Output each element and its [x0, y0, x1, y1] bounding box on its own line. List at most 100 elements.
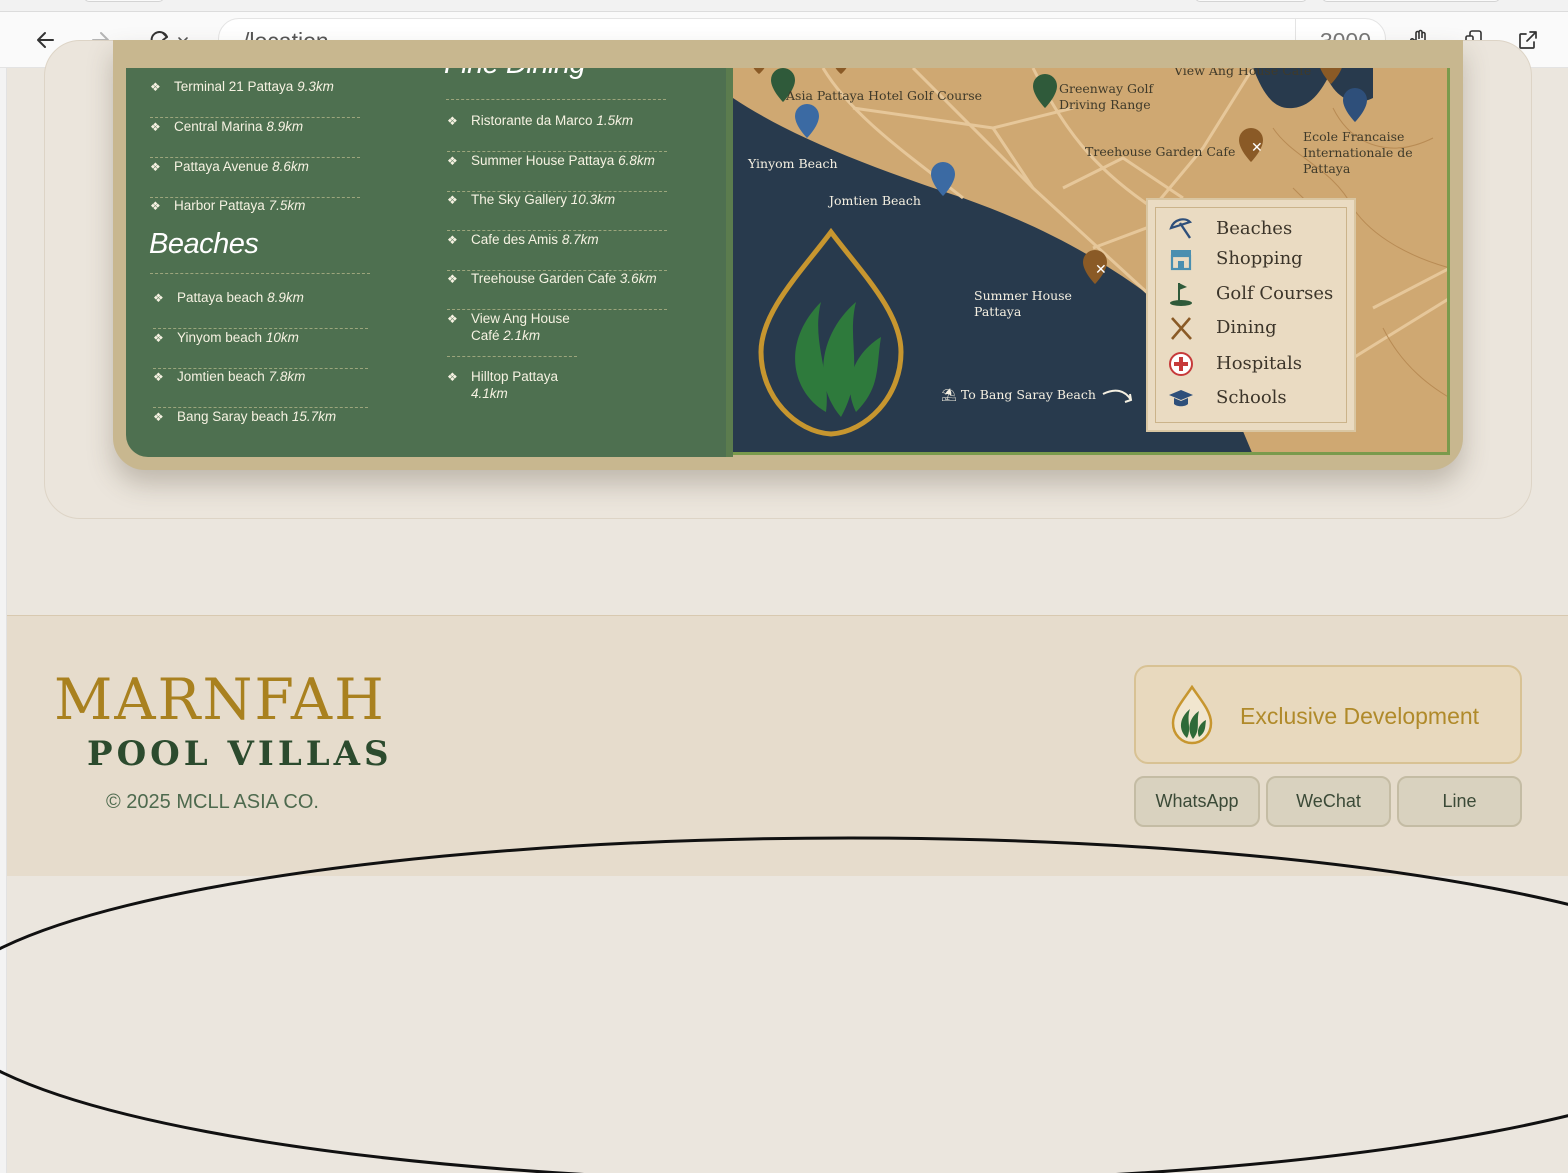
place-name: Pattaya beach [177, 290, 264, 305]
svg-text:✕: ✕ [1251, 140, 1263, 156]
legend-label: Schools [1216, 387, 1287, 408]
list-item: ❖ Yinyom beach 10km [153, 329, 368, 369]
place-distance: 1.5km [596, 113, 634, 128]
shop-icon [1170, 250, 1192, 271]
whatsapp-button[interactable]: WhatsApp [1134, 776, 1260, 827]
place-name: Summer House Pattaya [471, 153, 615, 168]
place-name: The Sky Gallery [471, 192, 568, 207]
bullet-icon: ❖ [447, 193, 458, 207]
hospital-cross-icon [1169, 352, 1193, 376]
bullet-icon: ❖ [447, 370, 458, 384]
place-name: Ristorante da Marco [471, 113, 593, 128]
place-distance: 8.7km [561, 232, 599, 247]
legend-label: Hospitals [1216, 353, 1303, 374]
legend-label: Golf Courses [1216, 283, 1334, 304]
map-label: Treehouse Garden Cafe [1085, 144, 1236, 159]
place-name: Yinyom beach [177, 330, 263, 345]
beaches-heading: Beaches [149, 228, 259, 260]
bullet-icon: ❖ [153, 291, 164, 305]
list-item: ❖ Treehouse Garden Cafe 3.6km [447, 270, 667, 310]
place-distance: 2.1km [503, 328, 541, 343]
bullet-icon: ❖ [150, 160, 161, 174]
map-label: Greenway Golf [1059, 81, 1154, 96]
golf-icon [1170, 283, 1192, 306]
bullet-icon: ❖ [153, 410, 164, 424]
wechat-button[interactable]: WeChat [1266, 776, 1391, 827]
place-distance: 9.3km [297, 79, 334, 94]
map-legend: Beaches Shopping Golf Courses Dining Hos… [1146, 198, 1356, 432]
map-label: Pattaya [974, 304, 1022, 319]
tab-fragment[interactable] [84, 0, 164, 2]
list-item: ❖ Jomtien beach 7.8km [153, 368, 368, 408]
heading-divider [446, 99, 666, 100]
place-name: Treehouse Garden Cafe [471, 271, 617, 286]
bullet-icon: ❖ [150, 120, 161, 134]
list-item: ❖ View Ang House Café 2.1km [447, 310, 577, 357]
list-item: ❖ Bang Saray beach 15.7km [153, 408, 368, 448]
leaf-logo-icon [1171, 685, 1213, 745]
place-name: Harbor Pattaya [174, 198, 265, 213]
list-item: ❖ Ristorante da Marco 1.5km [447, 112, 667, 152]
exclusive-badge: Exclusive Development [1134, 665, 1522, 764]
fork-knife-icon [1171, 317, 1192, 340]
bullet-icon: ❖ [153, 370, 164, 384]
place-distance: 10km [265, 330, 299, 345]
line-button[interactable]: Line [1397, 776, 1522, 827]
bullet-icon: ❖ [150, 80, 161, 94]
brand-subtitle[interactable]: POOL VILLAS [87, 734, 393, 774]
place-name: Terminal 21 Pattaya [174, 79, 294, 94]
beach-umbrella-icon [1169, 218, 1193, 239]
left-rail [0, 68, 7, 1173]
map-label: Pattaya [1303, 161, 1351, 176]
legend-frame: Beaches Shopping Golf Courses Dining Hos… [1155, 207, 1347, 423]
list-item: ❖ Cafe des Amis 8.7km [447, 231, 667, 271]
map-label: Ecole Francaise [1303, 129, 1405, 144]
place-distance: 10.3km [570, 192, 616, 207]
list-item: ❖ The Sky Gallery 10.3km [447, 191, 667, 231]
list-item: ❖ Terminal 21 Pattaya 9.3km [150, 78, 360, 118]
legend-label: Shopping [1216, 248, 1303, 269]
exclusive-text: Exclusive Development [1240, 703, 1480, 729]
brand-name[interactable]: MARNFAH [54, 668, 386, 732]
legend-label: Beaches [1216, 218, 1293, 239]
map-label: Driving Range [1059, 97, 1151, 112]
place-name: View Ang House [471, 311, 570, 326]
bullet-icon: ❖ [153, 331, 164, 345]
graduation-cap-icon [1169, 390, 1193, 407]
map-label: Summer House [974, 288, 1072, 303]
copyright-text: © 2025 MCLL ASIA CO. [106, 791, 319, 813]
legend-label: Dining [1216, 317, 1277, 338]
map-label: ⛱ To Bang Saray Beach [941, 387, 1096, 402]
bullet-icon: ❖ [447, 233, 458, 247]
place-name-line2: Café [471, 328, 500, 343]
place-name: Pattaya Avenue [174, 159, 269, 174]
bang-saray-label: To Bang Saray Beach [960, 387, 1096, 402]
place-distance: 15.7km [291, 409, 337, 424]
place-name: Hilltop Pattaya [471, 369, 559, 384]
map-label: Jomtien Beach [829, 193, 921, 208]
bullet-icon: ❖ [447, 272, 458, 286]
dining-heading: Fine Dining [444, 68, 586, 81]
map-label: Internationale de [1303, 145, 1413, 160]
place-distance: 8.9km [266, 119, 304, 134]
list-item: ❖ Central Marina 8.9km [150, 118, 360, 158]
place-distance: 3.6km [619, 271, 657, 286]
place-name: Bang Saray beach [177, 409, 289, 424]
list-item: ❖ Pattaya Avenue 8.6km [150, 158, 360, 198]
map-label: View Ang House Cafe [1174, 68, 1312, 78]
bullet-icon: ❖ [447, 114, 458, 128]
place-distance: 7.5km [268, 198, 306, 213]
place-distance: 8.9km [267, 290, 304, 305]
list-item: ❖ Pattaya beach 8.9km [153, 289, 368, 329]
tab-fragment[interactable] [1322, 0, 1500, 2]
place-distance: 4.1km [471, 386, 508, 401]
tab-fragment[interactable] [1195, 0, 1307, 2]
place-name: Jomtien beach [177, 369, 265, 384]
tab-strip [0, 0, 1568, 12]
back-arrow-icon [37, 32, 54, 48]
place-distance: 7.8km [268, 369, 306, 384]
map-label: Yinyom Beach [748, 156, 838, 171]
list-item: ❖ Hilltop Pattaya 4.1km [447, 368, 577, 408]
bullet-icon: ❖ [150, 199, 161, 213]
dining-heading-clip: Fine Dining [440, 68, 680, 84]
